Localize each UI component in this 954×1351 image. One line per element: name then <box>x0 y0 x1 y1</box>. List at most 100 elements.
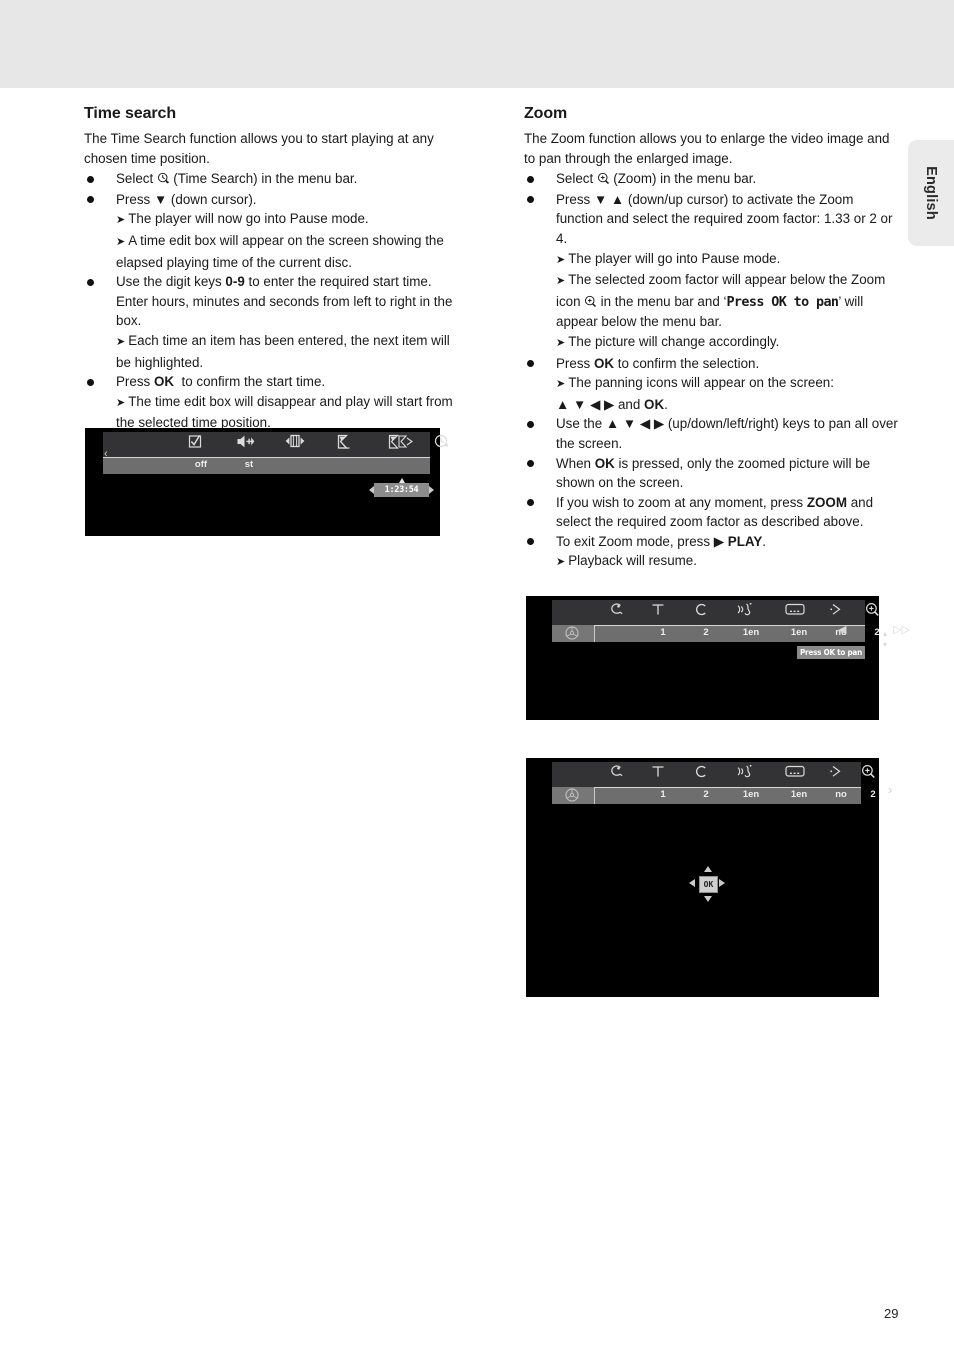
list-item: Press ▼ (down cursor). <box>84 190 460 210</box>
subtitle-value: 1en <box>790 789 808 800</box>
title-value: 1 <box>660 789 666 800</box>
pan-up-icon[interactable] <box>704 866 712 872</box>
result-text: A time edit box will appear on the scree… <box>116 232 444 270</box>
osd-menu-bar: ‹ off st <box>103 432 448 474</box>
scroll-left-icon: ‹ <box>104 448 108 460</box>
time-edit-box[interactable]: 1:23:54 <box>369 478 434 497</box>
screen-format-icon[interactable] <box>283 434 311 448</box>
arrow-icon: ➤ <box>556 253 565 266</box>
pan-left-icon[interactable]: ◀ <box>838 625 846 636</box>
zoom-press-ok-screenshot: 1 2 1en 1en no 2 ▴ ▾ ◀ ▷▷ Press OK to pan <box>526 596 910 720</box>
ok-button[interactable]: OK <box>699 876 718 893</box>
panning-control-icons[interactable]: OK <box>689 866 725 902</box>
list-item-result: ➤ The selected zoom factor will appear be… <box>524 270 900 332</box>
slow-motion-icon[interactable] <box>335 434 361 450</box>
list-item: Select (Zoom) in the menu bar. <box>524 169 900 190</box>
arrow-icon: ➤ <box>556 336 565 349</box>
step-text: Select <box>556 171 594 187</box>
step-text: Select <box>116 171 154 187</box>
time-search-screenshot: ‹ off st 1:23:54 <box>85 428 448 536</box>
zoom-heading: Zoom <box>524 105 568 122</box>
osd-menu-separator <box>594 788 595 804</box>
zoom-icon[interactable] <box>864 602 890 618</box>
list-item: When OK is pressed, only the zoomed pict… <box>524 454 900 493</box>
pan-left-icon[interactable] <box>689 879 695 887</box>
arrow-icon: ➤ <box>116 396 125 409</box>
result-text: Playback will resume. <box>568 553 697 569</box>
osd-menu-bar: 1 2 1en 1en no 2 ▴ ▾ ◀ ▷▷ <box>552 600 910 649</box>
press-ok-to-pan-status: Press OK to pan <box>797 646 865 659</box>
list-item-result: ➤ A time edit box will appear on the scre… <box>84 231 460 272</box>
pan-down-icon[interactable] <box>704 896 712 902</box>
list-item-result: ➤ The panning icons will appear on the sc… <box>524 373 900 395</box>
osd-menu-bar: 1 2 1en 1en no 2 › <box>552 762 892 804</box>
result-text: The player will go into Pause mode. <box>568 250 781 266</box>
time-search-icon[interactable] <box>434 434 460 450</box>
subtitle-check-icon[interactable] <box>188 434 214 449</box>
zoom-icon[interactable] <box>860 764 886 780</box>
pan-keys-line: ▲ ▼ ◀ ▶ and OK. <box>556 396 668 412</box>
arrow-icon: ➤ <box>556 275 565 288</box>
disc-icon[interactable] <box>552 625 594 642</box>
pan-right-icon[interactable]: ▷▷ <box>893 625 910 636</box>
time-edit-value: 1:23:54 <box>384 485 419 495</box>
list-item: Use the digit keys 0-9 to enter the requ… <box>84 272 460 331</box>
step-text: When OK is pressed, only the zoomed pict… <box>556 455 871 491</box>
step-text: To exit Zoom mode, press ▶ PLAY. <box>556 533 767 549</box>
arrow-icon: ➤ <box>556 378 565 391</box>
list-item-result: ➤ The player will go into Pause mode. <box>524 249 900 271</box>
list-item-result: ➤ The player will now go into Pause mode. <box>84 209 460 231</box>
page-number: 29 <box>884 1306 899 1321</box>
time-search-steps: Select (Time Search) in the menu bar. Pr… <box>84 169 460 433</box>
zoom-updown-icon: ▴ ▾ <box>883 629 888 649</box>
page-header-band <box>0 0 954 88</box>
osd-menu-divider <box>594 787 861 788</box>
audio-language-icon[interactable] <box>736 764 766 779</box>
chapter-icon[interactable] <box>693 602 719 617</box>
list-item: Select (Time Search) in the menu bar. <box>84 169 460 190</box>
list-item: Use the ▲ ▼ ◀ ▶ (up/down/left/right) key… <box>524 414 900 453</box>
zoom-icon <box>597 172 613 186</box>
disc-angle-icon[interactable] <box>608 602 634 617</box>
zoom-intro: The Zoom function allows you to enlarge … <box>524 131 890 166</box>
title-icon[interactable] <box>650 602 676 617</box>
audio-language-icon[interactable] <box>736 602 766 617</box>
chapter-value: 2 <box>703 789 709 800</box>
audio-value: 1en <box>742 789 760 800</box>
list-item: To exit Zoom mode, press ▶ PLAY. <box>524 532 900 552</box>
arrow-icon: ➤ <box>556 556 565 569</box>
list-item-result: ➤ The picture will change accordingly. <box>524 332 900 354</box>
time-search-intro: The Time Search function allows you to s… <box>84 131 434 166</box>
result-text: The panning icons will appear on the scr… <box>568 375 834 391</box>
disc-icon[interactable] <box>552 787 594 804</box>
angle-value: no <box>835 789 847 800</box>
angle-icon[interactable] <box>828 764 854 779</box>
audio-language-icon[interactable] <box>236 434 262 449</box>
title-icon[interactable] <box>650 764 676 779</box>
pan-right-icon[interactable] <box>719 879 725 887</box>
subtitle-value: 1en <box>790 627 808 638</box>
chapter-icon[interactable] <box>693 764 719 779</box>
subtitle-icon[interactable] <box>783 764 815 779</box>
time-search-heading: Time search <box>84 105 176 122</box>
disc-angle-icon[interactable] <box>608 764 634 779</box>
step-text: If you wish to zoom at any moment, press… <box>556 494 874 530</box>
fast-forward-icon[interactable] <box>387 434 417 450</box>
zoom-icon <box>584 295 600 309</box>
zoom-value: 2 <box>870 789 876 800</box>
chapter-value: 2 <box>703 627 709 638</box>
title-value: 1 <box>660 627 666 638</box>
step-text: Use the ▲ ▼ ◀ ▶ (up/down/left/right) key… <box>556 416 898 451</box>
list-item: If you wish to zoom at any moment, press… <box>524 493 900 532</box>
step-text: Press OK to confirm the start time. <box>116 374 326 390</box>
angle-icon[interactable] <box>828 602 854 617</box>
zoom-panning-screenshot: 1 2 1en 1en no 2 › OK <box>526 758 892 997</box>
subtitle-icon[interactable] <box>783 602 815 617</box>
step-text: Press ▼ ▲ (down/up cursor) to activate t… <box>556 191 893 246</box>
result-text: The time edit box will disappear and pla… <box>116 393 453 431</box>
language-tab-label: English <box>923 166 939 220</box>
press-ok-to-pan-inline: Press OK to pan <box>726 294 839 310</box>
osd-menu-separator <box>594 626 595 642</box>
step-text-cont: (Time Search) in the menu bar. <box>173 171 358 187</box>
scroll-right-icon[interactable]: › <box>888 783 892 796</box>
